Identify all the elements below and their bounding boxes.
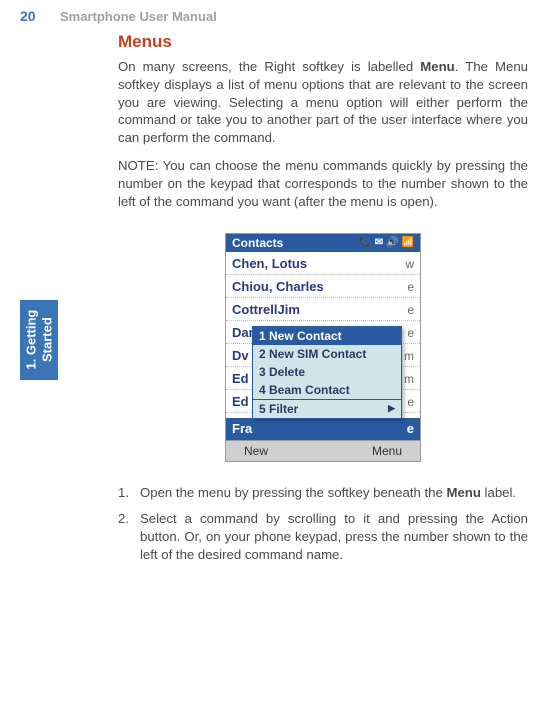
mail-icon: ✉ bbox=[375, 237, 383, 248]
contact-name: Fra bbox=[232, 421, 252, 436]
paragraph-1: On many screens, the Right softkey is la… bbox=[118, 58, 528, 147]
header-title: Smartphone User Manual bbox=[60, 9, 217, 24]
contact-row[interactable]: CottrellJim e bbox=[226, 298, 420, 321]
para1-bold: Menu bbox=[420, 59, 454, 74]
menu-item-label: 1 New Contact bbox=[259, 329, 342, 343]
menu-item-filter[interactable]: 5 Filter ▶ bbox=[253, 400, 401, 418]
softkey-left[interactable]: New bbox=[244, 444, 268, 458]
contact-name: Ed bbox=[232, 394, 249, 409]
list-item: 1. Open the menu by pressing the softkey… bbox=[118, 484, 528, 502]
chevron-right-icon: ▶ bbox=[388, 403, 395, 414]
steps-list: 1. Open the menu by pressing the softkey… bbox=[118, 484, 528, 564]
menu-item-new-sim[interactable]: 2 New SIM Contact bbox=[253, 345, 401, 363]
step-post: label. bbox=[481, 485, 516, 500]
side-tab: 1. GettingStarted bbox=[20, 300, 58, 380]
contact-letter: e bbox=[407, 280, 414, 294]
section-title: Menus bbox=[118, 32, 528, 52]
menu-item-beam[interactable]: 4 Beam Contact bbox=[253, 381, 401, 399]
speaker-icon: 🔊 bbox=[386, 237, 398, 248]
contact-letter: e bbox=[407, 326, 414, 340]
side-tab-label: 1. GettingStarted bbox=[23, 310, 54, 370]
screenshot-footer: New Menu bbox=[226, 440, 420, 461]
contact-name: CottrellJim bbox=[232, 302, 300, 317]
menu-item-label: 2 New SIM Contact bbox=[259, 347, 366, 361]
screenshot-header: Contacts 📞 ✉ 🔊 📶 bbox=[226, 234, 420, 252]
menu-item-new-contact[interactable]: 1 New Contact bbox=[253, 327, 401, 345]
screenshot-title: Contacts bbox=[232, 236, 283, 250]
list-item: 2. Select a command by scrolling to it a… bbox=[118, 510, 528, 563]
status-icons: 📞 ✉ 🔊 📶 bbox=[359, 237, 414, 248]
para1-pre: On many screens, the Right softkey is la… bbox=[118, 59, 420, 74]
contact-name: Chen, Lotus bbox=[232, 256, 307, 271]
signal-icon: 📶 bbox=[402, 237, 414, 248]
contact-row-selected[interactable]: Fra e bbox=[226, 418, 420, 440]
paragraph-2: NOTE: You can choose the menu commands q… bbox=[118, 157, 528, 210]
contact-row[interactable]: Chen, Lotus w bbox=[226, 252, 420, 275]
contact-letter: e bbox=[407, 395, 414, 409]
contact-name: Dv bbox=[232, 348, 249, 363]
menu-popup: 1 New Contact 2 New SIM Contact 3 Delete… bbox=[252, 326, 402, 419]
step-text: Select a command by scrolling to it and … bbox=[140, 510, 528, 563]
step-bold: Menu bbox=[446, 485, 480, 500]
menu-item-label: 5 Filter bbox=[259, 402, 298, 416]
menu-item-delete[interactable]: 3 Delete bbox=[253, 363, 401, 381]
contact-name: Ed bbox=[232, 371, 249, 386]
contact-letter: m bbox=[404, 349, 414, 363]
phone-screenshot: Contacts 📞 ✉ 🔊 📶 Chen, Lotus w Chiou, Cha… bbox=[225, 233, 421, 462]
main-content: Menus On many screens, the Right softkey… bbox=[118, 32, 528, 573]
contact-letter: e bbox=[407, 303, 414, 317]
step-pre: Select a command by scrolling to it and … bbox=[140, 511, 528, 562]
menu-item-label: 4 Beam Contact bbox=[259, 383, 350, 397]
step-text: Open the menu by pressing the softkey be… bbox=[140, 484, 528, 502]
phone-icon: 📞 bbox=[359, 237, 371, 248]
softkey-right[interactable]: Menu bbox=[372, 444, 402, 458]
contact-letter: w bbox=[405, 257, 414, 271]
contact-letter: e bbox=[407, 421, 414, 436]
step-pre: Open the menu by pressing the softkey be… bbox=[140, 485, 446, 500]
step-number: 1. bbox=[118, 484, 140, 502]
step-number: 2. bbox=[118, 510, 140, 563]
page-number: 20 bbox=[20, 8, 36, 24]
contact-row[interactable]: Chiou, Charles e bbox=[226, 275, 420, 298]
screenshot-body: Chen, Lotus w Chiou, Charles e CottrellJim… bbox=[226, 252, 420, 440]
contact-name: Chiou, Charles bbox=[232, 279, 324, 294]
menu-item-label: 3 Delete bbox=[259, 365, 305, 379]
contact-letter: m bbox=[404, 372, 414, 386]
